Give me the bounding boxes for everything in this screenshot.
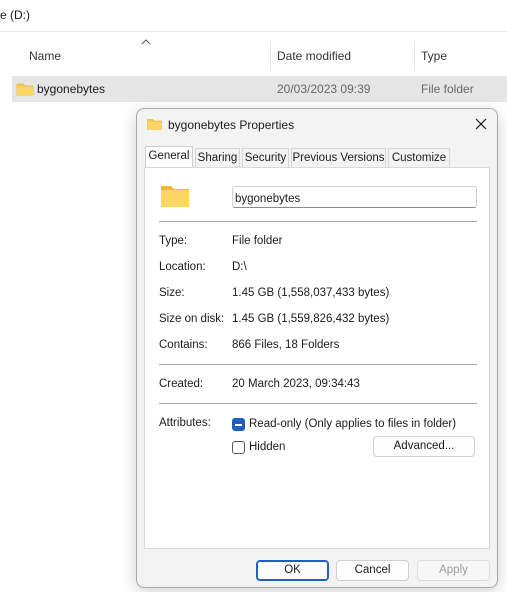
column-separator[interactable] — [270, 42, 271, 70]
file-date: 20/03/2023 09:39 — [277, 82, 371, 96]
hidden-label[interactable]: Hidden — [249, 441, 285, 453]
divider — [159, 221, 477, 222]
tab-sharing[interactable]: Sharing — [195, 148, 240, 168]
divider — [0, 31, 507, 32]
sort-ascending-icon[interactable] — [141, 38, 151, 46]
dialog-title: bygonebytes Properties — [168, 118, 295, 132]
file-type: File folder — [421, 82, 474, 96]
explorer-window: e (D:) Name Date modified Type bygonebyt… — [0, 0, 507, 592]
contains-label: Contains: — [159, 339, 208, 351]
folder-icon — [16, 83, 34, 96]
folder-icon — [161, 186, 189, 207]
cancel-button[interactable]: Cancel — [336, 560, 409, 581]
size-value: 1.45 GB (1,558,037,433 bytes) — [232, 287, 390, 299]
location-value: D:\ — [232, 261, 247, 273]
general-tab-panel: Type: File folder Location: D:\ Size: 1.… — [144, 167, 490, 549]
created-label: Created: — [159, 378, 204, 390]
hidden-checkbox[interactable] — [232, 441, 245, 454]
column-separator[interactable] — [414, 42, 415, 70]
folder-name-field[interactable] — [232, 186, 477, 208]
tab-general[interactable]: General — [145, 146, 193, 168]
tab-customize[interactable]: Customize — [388, 148, 450, 168]
divider — [159, 364, 477, 365]
created-value: 20 March 2023, 09:34:43 — [232, 378, 360, 390]
ok-button[interactable]: OK — [256, 560, 329, 581]
apply-button[interactable]: Apply — [417, 560, 490, 581]
type-label: Type: — [159, 235, 188, 247]
type-value: File folder — [232, 235, 283, 247]
close-icon[interactable] — [471, 114, 491, 134]
divider — [159, 403, 477, 404]
attributes-label: Attributes: — [159, 417, 211, 429]
file-row[interactable]: bygonebytes 20/03/2023 09:39 File folder — [12, 76, 507, 102]
file-name: bygonebytes — [37, 82, 106, 96]
location-label: Location: — [159, 261, 206, 273]
tab-previous-versions[interactable]: Previous Versions — [291, 148, 386, 168]
properties-dialog: bygonebytes Properties General Sharing S… — [136, 108, 498, 588]
column-header-type[interactable]: Type — [421, 49, 447, 63]
contains-value: 866 Files, 18 Folders — [232, 339, 340, 351]
size-on-disk-label: Size on disk: — [159, 313, 225, 325]
tab-security[interactable]: Security — [242, 148, 289, 168]
column-header-date[interactable]: Date modified — [277, 49, 351, 63]
size-on-disk-value: 1.45 GB (1,559,826,432 bytes) — [232, 313, 390, 325]
readonly-checkbox[interactable] — [232, 418, 245, 431]
size-label: Size: — [159, 287, 185, 299]
readonly-label[interactable]: Read-only (Only applies to files in fold… — [249, 418, 456, 430]
column-header-name[interactable]: Name — [29, 49, 61, 63]
folder-icon — [147, 119, 162, 130]
breadcrumb[interactable]: e (D:) — [0, 8, 30, 22]
advanced-button[interactable]: Advanced... — [373, 436, 475, 457]
